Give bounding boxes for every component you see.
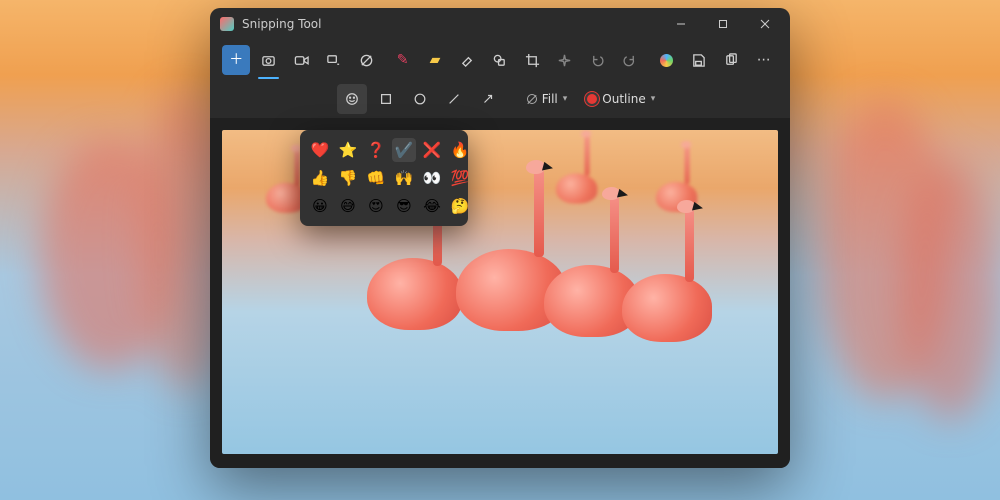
highlighter-icon: ▰ xyxy=(430,53,441,67)
crop-icon xyxy=(525,53,540,68)
main-toolbar: ＋ ✎ ▰ xyxy=(210,40,790,80)
eraser-tool-button[interactable] xyxy=(453,45,481,75)
undo-icon xyxy=(590,53,605,68)
crop-tool-button[interactable] xyxy=(518,45,546,75)
no-fill-swatch-icon xyxy=(527,94,537,104)
sparkle-icon xyxy=(557,53,572,68)
line-icon xyxy=(447,92,461,106)
shapes-tool-button[interactable] xyxy=(486,45,514,75)
minimize-button[interactable] xyxy=(660,8,702,40)
emoji-grin[interactable]: 😀 xyxy=(308,194,332,218)
square-icon xyxy=(379,92,393,106)
canvas-area xyxy=(210,118,790,468)
save-icon xyxy=(691,53,706,68)
eraser-icon xyxy=(460,53,475,68)
fill-label: Fill xyxy=(542,92,558,106)
snip-shape-dropdown[interactable] xyxy=(319,45,347,75)
outline-dropdown[interactable]: Outline ▾ xyxy=(579,85,663,113)
chevron-down-icon: ▾ xyxy=(563,94,568,104)
snipping-tool-window: Snipping Tool ＋ ✎ ▰ xyxy=(210,8,790,468)
save-button[interactable] xyxy=(685,45,713,75)
emoji-question[interactable]: ❓ xyxy=(364,138,388,162)
pen-icon: ✎ xyxy=(397,53,409,67)
circle-icon xyxy=(413,92,427,106)
outline-swatch-icon xyxy=(587,94,597,104)
emoji-eyes[interactable]: 👀 xyxy=(420,166,444,190)
rectangle-shape-button[interactable] xyxy=(371,84,401,114)
text-actions-button[interactable] xyxy=(551,45,579,75)
emoji-heart-eyes[interactable]: 😍 xyxy=(364,194,388,218)
outline-label: Outline xyxy=(602,92,645,106)
emoji-hundred[interactable]: 💯 xyxy=(448,166,472,190)
smiley-icon xyxy=(345,92,359,106)
record-mode-button[interactable] xyxy=(287,45,315,75)
emoji-fist[interactable]: 👊 xyxy=(364,166,388,190)
emoji-thinking[interactable]: 🤔 xyxy=(448,194,472,218)
copy-icon xyxy=(724,53,739,68)
plus-icon: ＋ xyxy=(229,53,243,67)
shapes-sub-toolbar: Fill ▾ Outline ▾ xyxy=(210,80,790,118)
emoji-cross[interactable]: ❌ xyxy=(420,138,444,162)
no-delay-icon xyxy=(359,53,374,68)
new-snip-button[interactable]: ＋ xyxy=(222,45,250,75)
titlebar: Snipping Tool xyxy=(210,8,790,40)
pen-tool-button[interactable]: ✎ xyxy=(388,45,416,75)
emoji-thumbs-down[interactable]: 👎 xyxy=(336,166,360,190)
emoji-star[interactable]: ⭐ xyxy=(336,138,360,162)
shapes-icon xyxy=(492,53,507,68)
emoji-picker-popup: ❤️ ⭐ ❓ ✔️ ❌ 🔥 👍 👎 👊 🙌 👀 💯 😀 😅 😍 😎 😂 🤔 xyxy=(300,130,468,226)
redo-button[interactable] xyxy=(616,45,644,75)
redo-icon xyxy=(622,53,637,68)
emoji-joy[interactable]: 😂 xyxy=(420,194,444,218)
close-button[interactable] xyxy=(744,8,786,40)
video-icon xyxy=(294,53,309,68)
color-picker-button[interactable] xyxy=(652,45,680,75)
window-title: Snipping Tool xyxy=(242,17,321,31)
maximize-button[interactable] xyxy=(702,8,744,40)
snip-mode-button[interactable] xyxy=(254,45,282,75)
emoji-shape-button[interactable] xyxy=(337,84,367,114)
emoji-raised-hands[interactable]: 🙌 xyxy=(392,166,416,190)
emoji-heart[interactable]: ❤️ xyxy=(308,138,332,162)
emoji-thumbs-up[interactable]: 👍 xyxy=(308,166,332,190)
copy-button[interactable] xyxy=(717,45,745,75)
more-icon: ⋯ xyxy=(757,53,771,67)
circle-shape-button[interactable] xyxy=(405,84,435,114)
more-button[interactable]: ⋯ xyxy=(750,45,778,75)
chevron-down-icon: ▾ xyxy=(651,94,656,104)
arrow-icon xyxy=(481,92,495,106)
arrow-shape-button[interactable] xyxy=(473,84,503,114)
delay-dropdown[interactable] xyxy=(352,45,380,75)
undo-button[interactable] xyxy=(583,45,611,75)
camera-icon xyxy=(261,53,276,68)
line-shape-button[interactable] xyxy=(439,84,469,114)
app-icon xyxy=(220,17,234,31)
emoji-fire[interactable]: 🔥 xyxy=(448,138,472,162)
highlighter-tool-button[interactable]: ▰ xyxy=(421,45,449,75)
emoji-check[interactable]: ✔️ xyxy=(392,138,416,162)
fill-dropdown[interactable]: Fill ▾ xyxy=(519,85,576,113)
color-icon xyxy=(660,54,673,67)
rectangle-dropdown-icon xyxy=(326,53,341,68)
emoji-sunglasses[interactable]: 😎 xyxy=(392,194,416,218)
emoji-sweat-smile[interactable]: 😅 xyxy=(336,194,360,218)
